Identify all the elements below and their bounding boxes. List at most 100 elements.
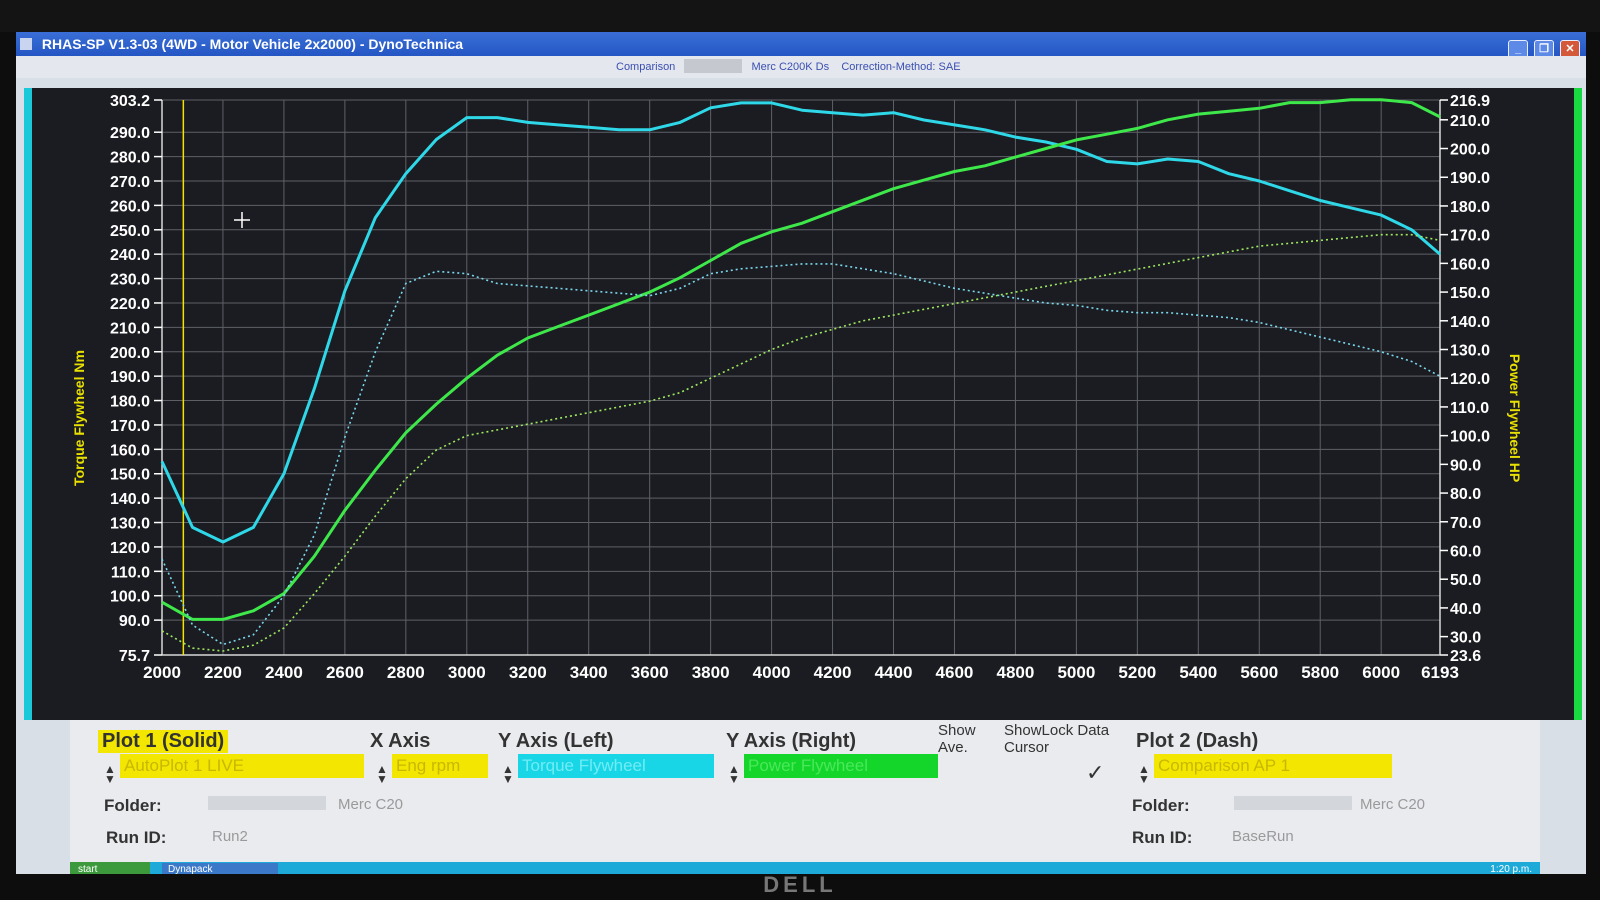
chart-series: [160, 98, 1441, 652]
folder1-blur: [208, 796, 326, 814]
y-left-tick-label: 75.7: [119, 648, 150, 665]
app-icon: [20, 38, 32, 50]
y-left-spinner[interactable]: ▲ ▼: [502, 763, 514, 785]
y-right-tick-label: 150.0: [1450, 285, 1490, 302]
y-right-tick-label: 110.0: [1450, 400, 1489, 417]
y-right-tick-label: 30.0: [1450, 630, 1481, 647]
show-ave-label: Show Ave.: [938, 722, 976, 756]
y-left-tick-label: 170.0: [110, 418, 150, 435]
plot1-spinner[interactable]: ▲ ▼: [104, 763, 116, 785]
x-tick-label: 3000: [448, 663, 486, 682]
y-right-tick-label: 70.0: [1450, 515, 1481, 532]
y-right-tick-label: 180.0: [1450, 199, 1490, 216]
plot2-spinner[interactable]: ▲ ▼: [1138, 763, 1150, 785]
x-axis-spinner[interactable]: ▲ ▼: [376, 763, 388, 785]
redacted-field: [684, 59, 743, 73]
plot2-select[interactable]: Comparison AP 1: [1154, 754, 1392, 778]
system-clock: 1:20 p.m.: [1490, 864, 1532, 874]
y-left-tick-label: 290.0: [110, 125, 150, 142]
x-tick-label: 3400: [570, 663, 608, 682]
y-right-axis-label: Power Flywheel HP: [1507, 354, 1523, 482]
x-tick-label: 5400: [1179, 663, 1217, 682]
y-right-tick-label: 23.6: [1450, 648, 1481, 665]
y-left-axis-label: Torque Flywheel Nm: [71, 350, 87, 486]
folder1-label: Folder:: [104, 796, 162, 815]
y-left-tick-label: 303.2: [110, 93, 150, 110]
y-right-ticks: 216.9 210.0 200.0 190.0 180.0 170.0 160.0 150.0…: [1440, 93, 1490, 665]
folder2-blur: [1234, 796, 1352, 814]
series-line-3: [161, 263, 1441, 646]
y-right-tick-label: 210.0: [1450, 113, 1490, 130]
y-left-tick-label: 150.0: [110, 467, 150, 484]
y-right-tick-label: 90.0: [1450, 457, 1481, 474]
title-bar: RHAS-SP V1.3-03 (4WD - Motor Vehicle 2x2…: [16, 32, 1586, 59]
start-button[interactable]: start: [70, 862, 150, 874]
y-left-tick-label: 280.0: [110, 150, 150, 167]
y-left-select[interactable]: Torque Flywheel: [518, 754, 714, 778]
lock-cursor-checkbox[interactable]: ✓: [1086, 760, 1104, 786]
y-right-tick-label: 120.0: [1450, 371, 1490, 388]
y-left-tick-label: 260.0: [110, 198, 150, 215]
x-tick-label: 3600: [631, 663, 669, 682]
x-tick-label: 4600: [936, 663, 974, 682]
plot-area[interactable]: 2000 2200 2400 2600 2800 3000 3200 3400 3600 3800…: [24, 88, 1582, 720]
x-axis-select[interactable]: Eng rpm: [392, 754, 488, 778]
monitor-brand: DELL: [763, 872, 837, 897]
y-left-tick-label: 110.0: [111, 564, 150, 581]
x-tick-label: 2600: [326, 663, 364, 682]
y-left-tick-label: 240.0: [110, 247, 150, 264]
window-title: RHAS-SP V1.3-03 (4WD - Motor Vehicle 2x2…: [41, 36, 464, 52]
x-axis-title: X Axis: [370, 730, 431, 752]
y-left-tick-label: 200.0: [110, 345, 150, 362]
y-left-tick-label: 230.0: [110, 272, 150, 289]
x-tick-label: 5600: [1240, 663, 1278, 682]
y-right-tick-label: 40.0: [1450, 601, 1481, 618]
y-right-spinner[interactable]: ▲ ▼: [728, 763, 740, 785]
run-name: Merc C200K Ds: [751, 61, 830, 73]
series-line-4: [161, 233, 1441, 652]
runid1-label: Run ID:: [106, 828, 167, 847]
y-right-tick-label: 100.0: [1450, 429, 1490, 446]
chart-header: Comparison Merc C200K Ds Correction-Meth…: [16, 56, 1586, 78]
y-right-select[interactable]: Power Flywheel: [744, 754, 938, 778]
x-tick-label: 2000: [143, 663, 181, 682]
y-right-tick-label: 140.0: [1450, 314, 1490, 331]
y-left-tick-label: 250.0: [110, 223, 150, 240]
y-right-tick-label: 130.0: [1450, 343, 1490, 360]
plot1-select[interactable]: AutoPlot 1 LIVE: [120, 754, 364, 778]
y-left-title: Y Axis (Left): [498, 730, 614, 752]
runid1-value: Run2: [212, 828, 248, 845]
y-right-tick-label: 170.0: [1450, 228, 1490, 245]
runid2-label: Run ID:: [1132, 828, 1193, 847]
y-right-tick-label: 60.0: [1450, 543, 1481, 560]
comparison-label: Comparison: [616, 61, 676, 73]
y-right-tick-label: 80.0: [1450, 486, 1481, 503]
y-left-tick-label: 130.0: [110, 516, 150, 533]
plot2-title: Plot 2 (Dash): [1136, 730, 1259, 752]
series-line-1: [160, 101, 1441, 544]
y-left-tick-label: 210.0: [110, 320, 150, 337]
x-tick-label: 2800: [387, 663, 425, 682]
y-right-title: Y Axis (Right): [726, 730, 857, 752]
chart-grid: [161, 99, 1441, 656]
y-right-tick-label: 200.0: [1450, 142, 1490, 159]
x-tick-label: 2400: [265, 663, 303, 682]
y-left-tick-label: 190.0: [110, 369, 150, 386]
y-right-tick-label: 216.9: [1450, 93, 1490, 110]
y-left-tick-label: 160.0: [110, 442, 150, 459]
x-tick-label: 3800: [692, 663, 730, 682]
folder1-value: Merc C20: [338, 796, 404, 813]
x-tick-label: 4400: [875, 663, 913, 682]
taskbar-item-dynapack[interactable]: Dynapack: [162, 863, 278, 874]
y-right-tick-label: 190.0: [1450, 170, 1490, 187]
screen: RHAS-SP V1.3-03 (4WD - Motor Vehicle 2x2…: [16, 32, 1586, 874]
x-tick-label: 4000: [753, 663, 791, 682]
x-tick-label: 5800: [1301, 663, 1339, 682]
y-left-tick-label: 220.0: [110, 296, 150, 313]
folder2-label: Folder:: [1132, 796, 1190, 815]
y-left-tick-label: 120.0: [110, 540, 150, 557]
control-panel: Plot 1 (Solid) X Axis Y Axis (Left) Y Ax…: [70, 720, 1540, 865]
x-tick-label: 2200: [204, 663, 242, 682]
runid2-value: BaseRun: [1232, 828, 1294, 845]
y-left-tick-label: 140.0: [110, 491, 150, 508]
